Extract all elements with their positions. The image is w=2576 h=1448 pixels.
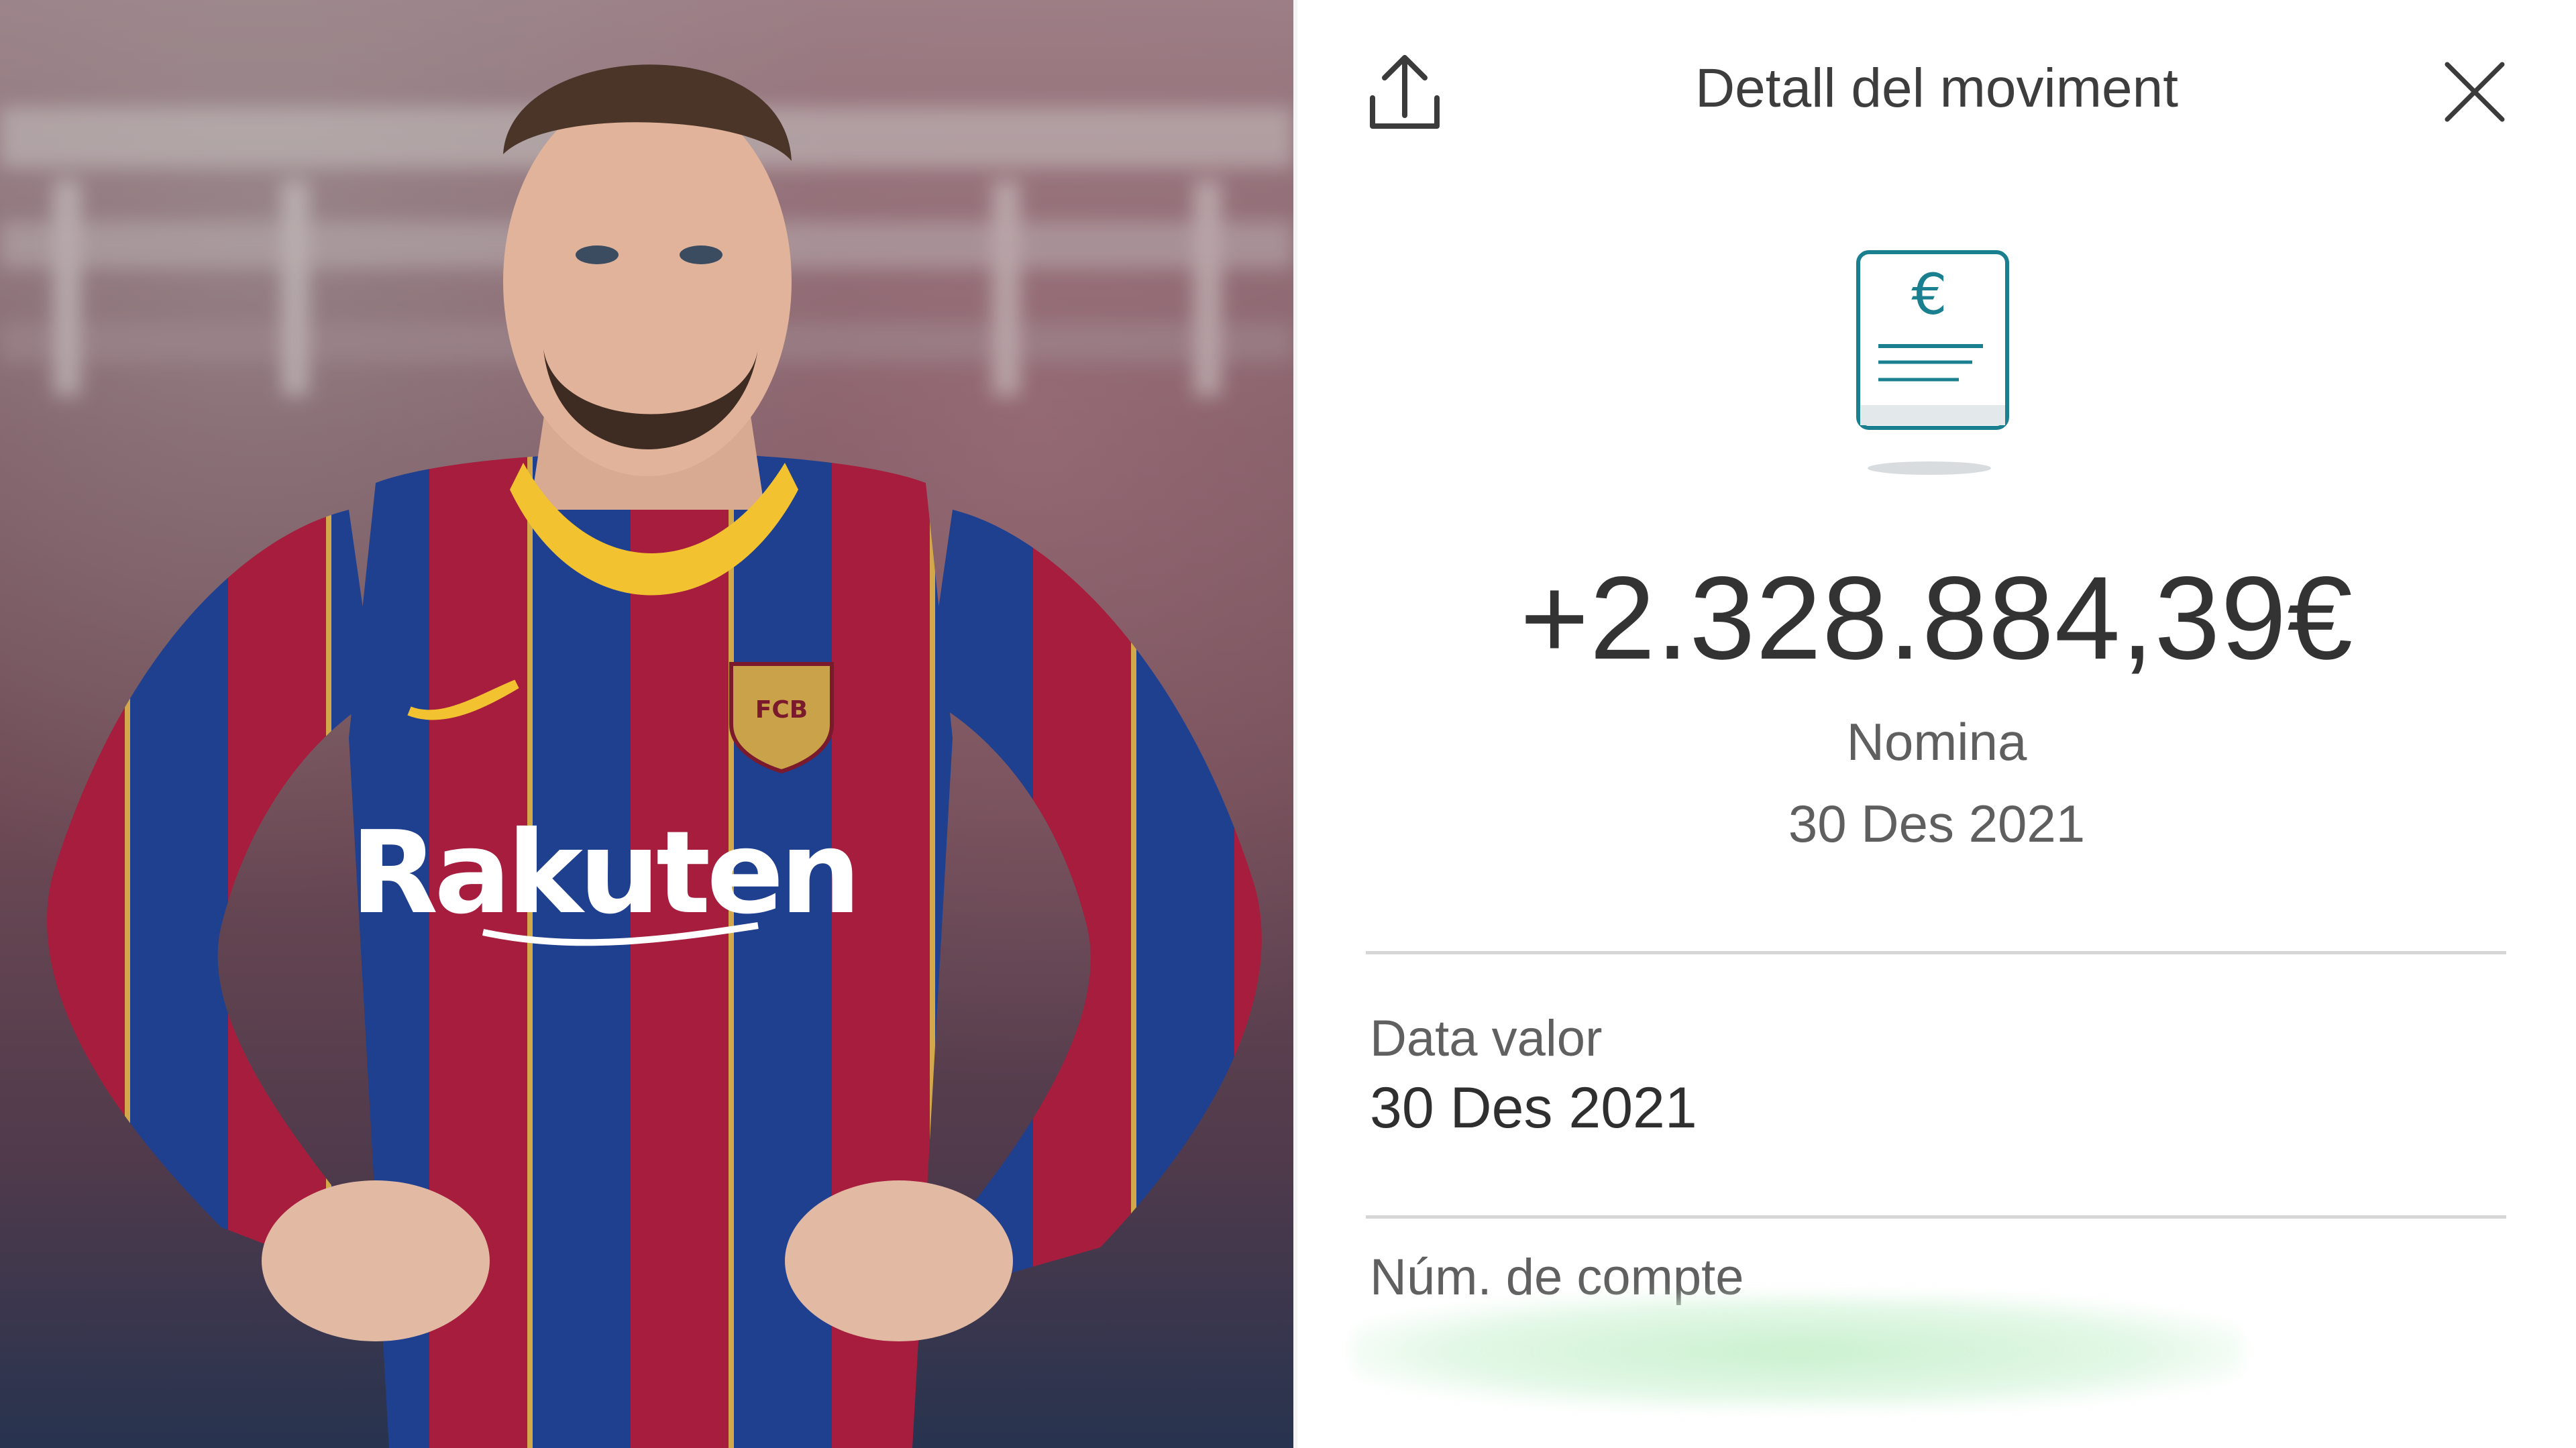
- page-title: Detall del moviment: [1695, 58, 2179, 119]
- movement-detail-panel: Detall del moviment € +2.328.884,39€ Nom…: [1297, 0, 2576, 1448]
- close-button[interactable]: [2438, 55, 2512, 129]
- account-number-redacted: [1351, 1294, 2243, 1408]
- currency-symbol: €: [1911, 262, 1947, 327]
- divider: [1366, 1215, 2506, 1219]
- transaction-amount: +2.328.884,39€: [1519, 553, 2354, 684]
- value-date: 30 Des 2021: [1370, 1076, 1697, 1140]
- euro-document-icon: €: [1856, 250, 2009, 475]
- close-icon: [2445, 62, 2505, 122]
- value-date-label: Data valor: [1370, 1010, 1603, 1067]
- transaction-date: 30 Des 2021: [1788, 794, 2086, 853]
- player-photo: FCB Rakuten: [0, 0, 1293, 1448]
- player-figure: FCB Rakuten: [47, 64, 1262, 1448]
- transaction-concept: Nomina: [1846, 712, 2027, 771]
- jersey-sponsor: Rakuten: [350, 807, 857, 940]
- divider: [1366, 951, 2506, 954]
- crest-label: FCB: [755, 696, 808, 724]
